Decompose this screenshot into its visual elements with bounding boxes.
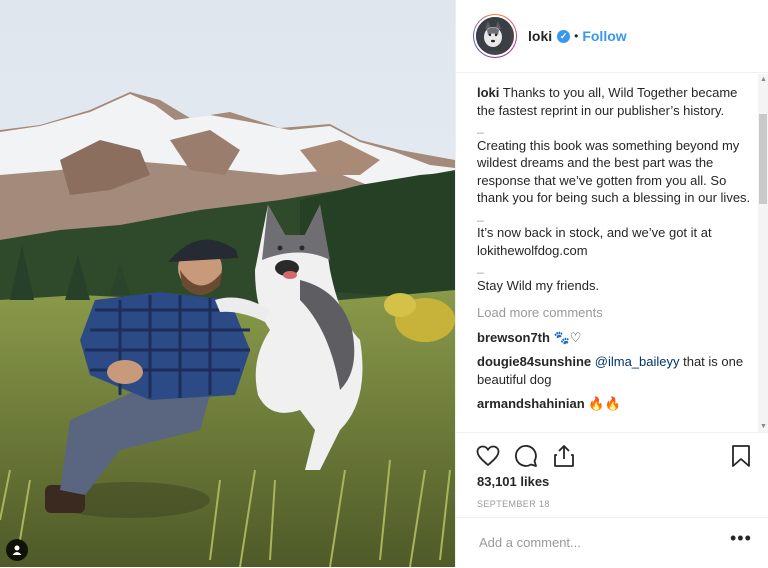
caption-text-2: Creating this book was something beyond … (477, 137, 751, 206)
caption-text-4: Stay Wild my friends. (477, 277, 600, 293)
comment-emoji: 🐾♡ (553, 329, 582, 345)
comment-emoji: 🔥🔥 (588, 396, 621, 411)
scrollbar-thumb[interactable] (759, 114, 767, 204)
comment-username[interactable]: brewson7th (477, 330, 550, 345)
avatar[interactable] (474, 15, 516, 57)
post-photo[interactable] (0, 0, 455, 567)
comment-mention-link[interactable]: @ilma_baileyy (595, 354, 680, 369)
post-header: loki ✓ • Follow (456, 0, 768, 73)
likes-count[interactable]: 83,101 likes (477, 474, 549, 489)
caption-text-3: It’s now back in stock, and we’ve got it… (477, 225, 712, 258)
post-date[interactable]: SEPTEMBER 18 (477, 499, 550, 509)
post-side-panel: loki ✓ • Follow loki Thanks to you all, … (455, 0, 768, 567)
instagram-post-window: loki ✓ • Follow loki Thanks to you all, … (0, 0, 768, 567)
share-icon (554, 445, 574, 467)
caption-separator: _ (477, 207, 484, 222)
caption-text-1: Thanks to you all, Wild Together became … (477, 85, 738, 118)
user-tag-button[interactable] (6, 539, 28, 561)
caption-para-1: loki Thanks to you all, Wild Together be… (477, 84, 753, 119)
post-username[interactable]: loki (528, 28, 552, 44)
caption-separator: _ (477, 120, 484, 134)
comment-username[interactable]: dougie84sunshine (477, 354, 591, 369)
story-ring[interactable] (473, 14, 517, 58)
caption: loki Thanks to you all, Wild Together be… (477, 84, 753, 294)
comment-icon (515, 445, 537, 467)
comment-item: armandshahinian 🔥🔥 (477, 395, 753, 413)
more-options-icon[interactable]: ••• (730, 528, 752, 549)
follow-button[interactable]: Follow (582, 28, 626, 44)
user-tag-icon (12, 545, 22, 555)
separator-dot: • (574, 29, 579, 43)
caption-username[interactable]: loki (477, 85, 499, 100)
scroll-down-arrow-icon[interactable]: ▼ (760, 423, 767, 430)
comments-list[interactable]: loki Thanks to you all, Wild Together be… (477, 84, 753, 434)
comment-item: dougie84sunshine @ilma_baileyy that is o… (477, 353, 753, 388)
action-bar: 83,101 likes SEPTEMBER 18 (456, 432, 768, 509)
comment-item: brewson7th 🐾♡ (477, 329, 753, 347)
add-comment-bar: ••• (456, 517, 768, 568)
share-button[interactable] (551, 443, 577, 469)
action-icons (475, 443, 577, 469)
like-button[interactable] (475, 443, 501, 469)
photo-illustration (0, 0, 455, 567)
heart-icon (476, 445, 500, 467)
add-comment-input[interactable] (477, 534, 711, 551)
verified-badge-icon: ✓ (557, 29, 571, 43)
caption-separator: _ (477, 260, 484, 274)
scroll-up-arrow-icon[interactable]: ▲ (760, 76, 767, 83)
bookmark-icon (732, 445, 750, 467)
load-more-comments-button[interactable]: Load more comments (477, 304, 753, 322)
comments-scrollbar[interactable]: ▲ ▼ (758, 74, 768, 432)
avatar-image (476, 17, 510, 51)
comment-button[interactable] (513, 443, 539, 469)
comment-username[interactable]: armandshahinian (477, 396, 585, 411)
save-button[interactable] (728, 443, 754, 469)
